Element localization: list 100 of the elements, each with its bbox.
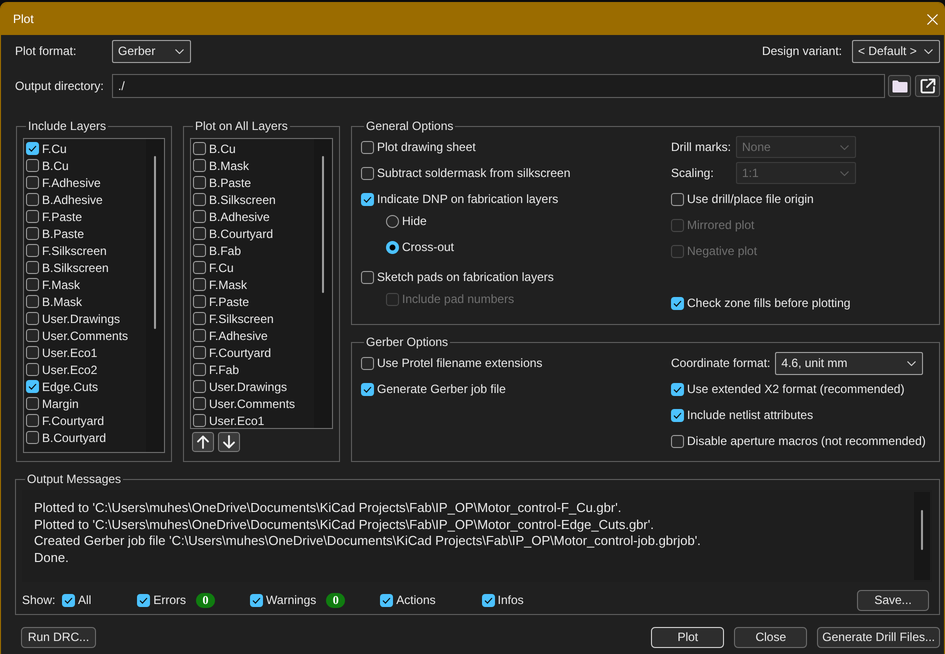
layer-name[interactable]: User.Comments — [42, 328, 128, 342]
layer-name[interactable]: F.Silkscreen — [209, 312, 274, 326]
layer-checkbox[interactable] — [26, 397, 39, 410]
layer-checkbox[interactable] — [26, 431, 39, 444]
layer-name[interactable]: B.Adhesive — [42, 192, 103, 206]
layer-name[interactable]: F.Fab — [209, 362, 240, 376]
layer-name[interactable]: User.Eco2 — [42, 362, 98, 376]
layer-checkbox[interactable] — [193, 261, 206, 274]
radio-button[interactable] — [386, 214, 399, 228]
layer-name[interactable]: User.Eco1 — [42, 346, 98, 360]
layer-checkbox[interactable] — [193, 397, 206, 410]
scrollbar-track[interactable] — [146, 139, 164, 452]
layer-name[interactable]: B.Mask — [42, 294, 82, 308]
dialog-button[interactable]: Generate Drill Files... — [817, 626, 940, 648]
option-checkbox[interactable] — [361, 382, 374, 396]
layer-checkbox[interactable] — [26, 414, 39, 427]
layer-checkbox[interactable] — [193, 295, 206, 308]
layer-name[interactable]: B.Courtyard — [209, 226, 274, 240]
layer-name[interactable]: B.Silkscreen — [42, 260, 109, 274]
layer-checkbox[interactable] — [193, 193, 206, 206]
layer-name[interactable]: F.Courtyard — [209, 346, 272, 360]
option-select[interactable]: 4.6, unit mm — [775, 352, 924, 374]
browse-folder-button[interactable] — [888, 75, 911, 97]
close-icon[interactable] — [927, 14, 938, 24]
layer-name[interactable]: F.Cu — [42, 142, 67, 156]
layer-checkbox[interactable] — [26, 176, 39, 189]
layer-name[interactable]: User.Drawings — [209, 380, 288, 394]
option-checkbox[interactable] — [671, 382, 684, 396]
layer-name[interactable]: B.Cu — [209, 142, 236, 156]
option-checkbox[interactable] — [361, 140, 374, 154]
option-checkbox[interactable] — [361, 166, 374, 180]
layer-list[interactable]: F.Cu B.Cu F.Adhesive B.Adhesive F.Paste B.Paste F.Silkscreen B.Silkscreen F.Mask B.Mask User.Drawings User.Comments User.Eco1 User.Eco2 Edge.Cuts Margin F.Courtyard B.Courtyard — [23, 138, 165, 453]
layer-name[interactable]: F.Mask — [42, 278, 80, 292]
layer-name[interactable]: User.Drawings — [42, 312, 120, 326]
option-checkbox[interactable] — [671, 434, 684, 448]
layer-checkbox[interactable] — [26, 380, 39, 393]
layer-name[interactable]: F.Courtyard — [42, 414, 104, 428]
layer-checkbox[interactable] — [26, 295, 39, 308]
layer-checkbox[interactable] — [26, 346, 39, 359]
filter-checkbox[interactable] — [62, 594, 75, 606]
layer-checkbox[interactable] — [26, 227, 39, 240]
layer-name[interactable]: F.Paste — [42, 210, 82, 224]
layer-name[interactable]: F.Cu — [209, 260, 234, 274]
output-directory-field[interactable]: ./ — [112, 74, 885, 98]
layer-checkbox[interactable] — [193, 363, 206, 376]
layer-name[interactable]: B.Silkscreen — [209, 192, 276, 206]
layer-checkbox[interactable] — [193, 210, 206, 223]
filter-checkbox[interactable] — [250, 594, 264, 606]
layer-checkbox[interactable] — [26, 363, 39, 376]
layer-checkbox[interactable] — [26, 312, 39, 325]
dialog-button[interactable]: Close — [734, 626, 808, 648]
layer-name[interactable]: B.Courtyard — [42, 430, 106, 444]
layer-checkbox[interactable] — [26, 329, 39, 342]
layer-checkbox[interactable] — [26, 142, 39, 155]
layer-name[interactable]: F.Adhesive — [42, 176, 101, 190]
layer-checkbox[interactable] — [193, 346, 206, 359]
option-checkbox[interactable] — [361, 192, 374, 206]
layer-name[interactable]: B.Paste — [209, 176, 252, 190]
layer-name[interactable]: F.Silkscreen — [42, 244, 107, 258]
save-button[interactable]: Save... — [857, 590, 929, 610]
layer-checkbox[interactable] — [193, 414, 206, 427]
layer-checkbox[interactable] — [26, 159, 39, 172]
layer-name[interactable]: B.Cu — [42, 158, 69, 172]
layer-name[interactable]: Edge.Cuts — [42, 380, 98, 394]
layer-checkbox[interactable] — [193, 380, 206, 393]
radio-button[interactable] — [386, 240, 399, 254]
layer-name[interactable]: Margin — [42, 396, 79, 410]
layer-checkbox[interactable] — [193, 244, 206, 257]
layer-list[interactable]: B.Cu B.Mask B.Paste B.Silkscreen B.Adhesive B.Courtyard B.Fab F.Cu F.Mask F.Paste F.Silkscreen F.Adhesive F.Courtyard F.Fab User.Drawings User.Comments User.Eco1 — [190, 138, 333, 429]
layer-name[interactable]: B.Adhesive — [209, 210, 270, 224]
layer-checkbox[interactable] — [26, 244, 39, 257]
layer-name[interactable]: B.Paste — [42, 226, 84, 240]
layer-checkbox[interactable] — [193, 159, 206, 172]
design-variant-select[interactable]: < Default > — [852, 40, 940, 62]
scrollbar-thumb[interactable] — [154, 156, 156, 329]
filter-checkbox[interactable] — [137, 594, 150, 606]
layer-checkbox[interactable] — [193, 176, 206, 189]
option-checkbox[interactable] — [671, 192, 684, 206]
option-checkbox[interactable] — [361, 270, 374, 284]
layer-name[interactable]: B.Fab — [209, 244, 242, 258]
filter-checkbox[interactable] — [380, 594, 394, 606]
layer-name[interactable]: B.Mask — [209, 158, 250, 172]
open-external-button[interactable] — [915, 75, 940, 97]
scrollbar-track[interactable] — [914, 492, 930, 580]
move-up-button[interactable] — [192, 432, 214, 452]
option-checkbox[interactable] — [361, 356, 374, 370]
layer-checkbox[interactable] — [26, 278, 39, 291]
layer-name[interactable]: F.Paste — [209, 294, 250, 308]
scrollbar-thumb[interactable] — [322, 156, 324, 293]
dialog-button[interactable]: Plot — [651, 626, 724, 648]
layer-checkbox[interactable] — [193, 329, 206, 342]
option-checkbox[interactable] — [671, 408, 684, 422]
layer-name[interactable]: User.Comments — [209, 396, 296, 410]
layer-checkbox[interactable] — [26, 210, 39, 223]
dialog-button[interactable]: Run DRC... — [21, 626, 96, 648]
layer-checkbox[interactable] — [193, 278, 206, 291]
option-checkbox[interactable] — [671, 296, 684, 310]
move-down-button[interactable] — [218, 432, 240, 452]
filter-checkbox[interactable] — [482, 594, 495, 606]
plot-format-select[interactable]: Gerber — [112, 40, 191, 62]
